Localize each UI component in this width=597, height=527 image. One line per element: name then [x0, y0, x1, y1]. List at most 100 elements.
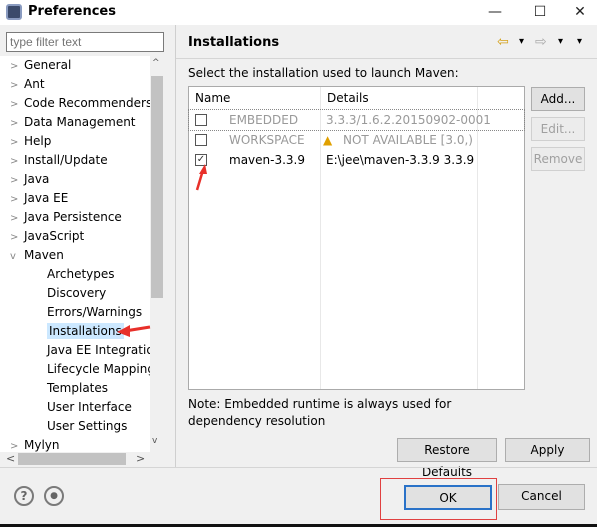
tree-item[interactable]: > General [10, 56, 71, 75]
tree-item[interactable]: > Help [10, 132, 51, 151]
table-row[interactable]: WORKSPACE ▲ NOT AVAILABLE [3.0,) [189, 130, 524, 150]
tree-item-label: Java EE [24, 191, 69, 205]
table-row[interactable]: EMBEDDED 3.3.3/1.6.2.20150902-0001 [188, 109, 525, 131]
scroll-down-icon[interactable]: v [152, 436, 157, 446]
scroll-right-icon[interactable]: > [136, 452, 145, 465]
installation-name: maven-3.3.9 [229, 153, 305, 167]
chevron-down-icon[interactable]: v [10, 247, 24, 266]
tree-item-label: User Settings [47, 419, 128, 433]
tree-item[interactable]: > Java [10, 170, 49, 189]
add-button[interactable]: Add... [531, 87, 585, 111]
panel-divider [175, 25, 176, 467]
window-title: Preferences [28, 4, 116, 19]
tree-item-label: Discovery [47, 286, 107, 300]
chevron-right-icon[interactable]: > [10, 133, 24, 152]
tree-hscroll-thumb[interactable] [18, 453, 126, 465]
scroll-left-icon[interactable]: < [6, 452, 15, 465]
tree-item[interactable]: v Maven [10, 246, 64, 265]
apply-button[interactable]: Apply [505, 438, 590, 462]
filter-input[interactable] [6, 32, 164, 52]
close-button[interactable]: ✕ [560, 2, 597, 22]
tree-item-label: User Interface [47, 400, 132, 414]
tree-item[interactable]: > Install/Update [10, 151, 108, 170]
tree-item-label: General [24, 58, 72, 72]
preference-tree: > General > Ant > Code Recommenders > Data Mana… [0, 56, 164, 452]
tree-item[interactable]: Templates [47, 379, 108, 398]
chevron-right-icon[interactable]: > [10, 114, 24, 133]
installation-prompt: Select the installation used to launch M… [188, 66, 459, 80]
tree-item-label: Installations [47, 323, 124, 339]
tree-item-label: Install/Update [24, 153, 108, 167]
embedded-note: Note: Embedded runtime is always used fo… [188, 397, 452, 428]
tree-item[interactable]: > Data Management [10, 113, 136, 132]
eclipse-app-icon [6, 4, 22, 20]
tree-item[interactable]: Lifecycle Mapping [47, 360, 155, 379]
edit-button[interactable]: Edit... [531, 117, 585, 141]
chevron-right-icon[interactable]: > [10, 209, 24, 228]
tree-item-label: Help [24, 134, 52, 148]
tree-item[interactable]: > Mylyn [10, 436, 60, 452]
installation-details: E:\jee\maven-3.3.9 3.3.9 [326, 153, 475, 167]
column-header-details[interactable]: Details [321, 87, 369, 110]
tree-item-label: Templates [47, 381, 109, 395]
tree-item-label: Errors/Warnings [47, 305, 143, 319]
restore-defaults-button[interactable]: Restore Defaults [397, 438, 497, 479]
chevron-right-icon[interactable]: > [10, 171, 24, 190]
cancel-button[interactable]: Cancel [498, 484, 585, 510]
ok-button[interactable]: OK [404, 485, 492, 510]
table-row[interactable]: ✓ maven-3.3.9 E:\jee\maven-3.3.9 3.3.9 [189, 150, 524, 170]
tree-item[interactable]: Archetypes [47, 265, 115, 284]
tree-item[interactable]: > JavaScript [10, 227, 84, 246]
chevron-right-icon[interactable]: > [10, 76, 24, 95]
row-checkbox[interactable]: ✓ [195, 154, 207, 166]
installation-details: NOT AVAILABLE [3.0,) [343, 133, 473, 147]
minimize-button[interactable]: — [475, 2, 515, 22]
chevron-right-icon[interactable]: > [10, 152, 24, 171]
tree-item-label: Lifecycle Mapping [47, 362, 155, 376]
tree-item[interactable]: > Java EE [10, 189, 68, 208]
tree-item-label: Java Persistence [24, 210, 122, 224]
view-menu-icon[interactable]: ▾ [577, 36, 582, 47]
warning-icon: ▲ [323, 133, 333, 147]
tree-item-label: Java EE Integration [47, 343, 162, 357]
installations-table: Name Details EMBEDDED 3.3.3/1.6.2.201509… [188, 86, 525, 390]
row-checkbox[interactable] [195, 134, 207, 146]
installation-name: EMBEDDED [229, 113, 299, 127]
tree-item-label: JavaScript [24, 229, 85, 243]
tree-item[interactable]: Discovery [47, 284, 106, 303]
oomph-settings-icon[interactable]: ● [44, 486, 64, 506]
tree-item[interactable]: > Ant [10, 75, 45, 94]
tree-item[interactable]: > Java Persistence [10, 208, 122, 227]
tree-item[interactable]: User Settings [47, 417, 127, 436]
tree-item[interactable]: Errors/Warnings [47, 303, 142, 322]
tree-item-label: Java [24, 172, 50, 186]
installation-name: WORKSPACE [229, 133, 305, 147]
tree-item[interactable]: Installations [47, 322, 124, 341]
scroll-up-icon[interactable]: ^ [152, 58, 160, 68]
chevron-right-icon[interactable]: > [10, 228, 24, 247]
chevron-right-icon[interactable]: > [10, 190, 24, 209]
forward-icon[interactable]: ⇨ [535, 34, 547, 50]
tree-item-label: Mylyn [24, 438, 60, 452]
row-checkbox[interactable] [195, 114, 207, 126]
tree-item-label: Archetypes [47, 267, 115, 281]
chevron-right-icon[interactable]: > [10, 57, 24, 76]
help-icon[interactable]: ? [14, 486, 34, 506]
back-menu-icon[interactable]: ▾ [519, 36, 524, 47]
tree-item-label: Code Recommenders [24, 96, 153, 110]
chevron-right-icon[interactable]: > [10, 437, 24, 452]
tree-item-label: Ant [24, 77, 45, 91]
back-icon[interactable]: ⇦ [497, 34, 509, 50]
tree-item[interactable]: > Code Recommenders [10, 94, 152, 113]
maximize-button[interactable]: ☐ [520, 2, 560, 22]
tree-item[interactable]: Java EE Integration [47, 341, 161, 360]
chevron-right-icon[interactable]: > [10, 95, 24, 114]
tree-item[interactable]: User Interface [47, 398, 132, 417]
tree-item-label: Data Management [24, 115, 136, 129]
installation-details: 3.3.3/1.6.2.20150902-0001 [326, 113, 491, 127]
tree-item-label: Maven [24, 248, 64, 262]
tree-scroll-thumb[interactable] [151, 76, 163, 298]
remove-button[interactable]: Remove [531, 147, 585, 171]
column-header-name[interactable]: Name [189, 87, 230, 110]
forward-menu-icon[interactable]: ▾ [558, 36, 563, 47]
